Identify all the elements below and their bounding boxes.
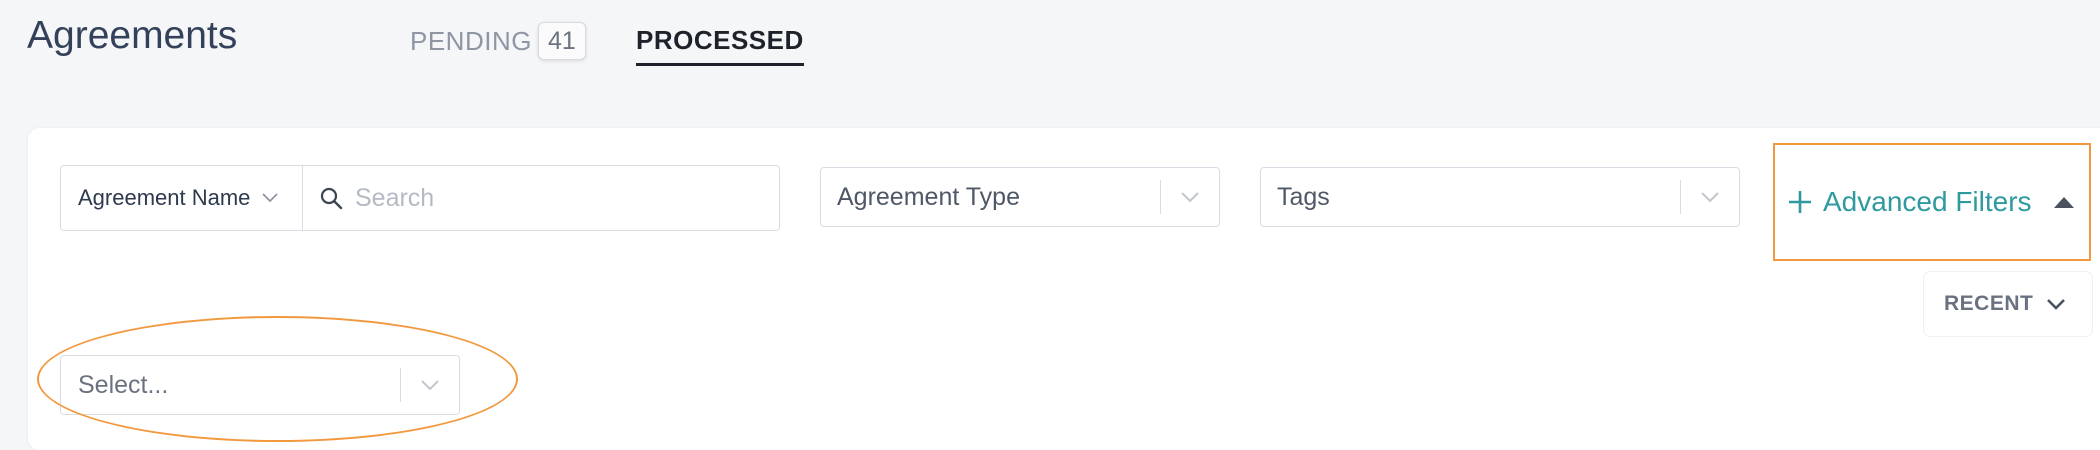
caret-up-icon (2053, 196, 2074, 208)
chevron-down-icon (262, 193, 279, 203)
tags-dropdown[interactable]: Tags (1260, 167, 1740, 227)
chevron-down-icon (1161, 191, 1219, 203)
tags-placeholder: Tags (1277, 182, 1330, 211)
search-input[interactable] (353, 182, 757, 214)
advanced-select-placeholder: Select... (78, 370, 169, 399)
advanced-filters-label: Advanced Filters (1823, 186, 2032, 217)
pending-count-badge: 41 (537, 22, 586, 60)
agreements-page: Agreements PENDING 41 PROCESSED Agreemen… (0, 0, 2100, 450)
search-input-wrap (303, 166, 779, 230)
plus-icon (1787, 189, 1813, 215)
chevron-down-icon (2047, 298, 2066, 310)
advanced-select-dropdown[interactable]: Select... (60, 355, 460, 415)
chevron-down-icon (1681, 191, 1739, 203)
tab-pending[interactable]: PENDING 41 (410, 22, 586, 60)
tab-processed[interactable]: PROCESSED (636, 25, 804, 66)
search-icon (319, 186, 343, 210)
sort-recent-button[interactable]: RECENT (1924, 272, 2092, 336)
agreement-type-placeholder: Agreement Type (837, 182, 1020, 211)
chevron-down-icon (401, 379, 459, 391)
page-title: Agreements (27, 14, 238, 57)
sort-label: RECENT (1944, 292, 2034, 315)
search-group: Agreement Name (60, 165, 780, 231)
search-field-select[interactable]: Agreement Name (61, 166, 303, 230)
tab-pending-label: PENDING (410, 25, 532, 56)
agreement-type-dropdown[interactable]: Agreement Type (820, 167, 1220, 227)
advanced-filters-button[interactable]: Advanced Filters (1773, 143, 2091, 261)
search-field-label: Agreement Name (78, 185, 251, 210)
